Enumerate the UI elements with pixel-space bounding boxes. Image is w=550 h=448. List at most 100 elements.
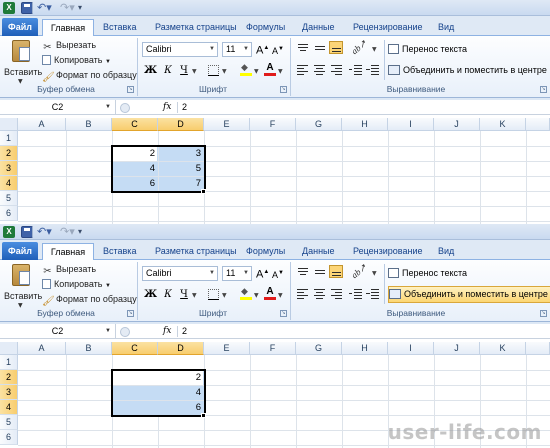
column-header-j[interactable]: J	[434, 342, 480, 355]
column-header-i[interactable]: I	[388, 118, 434, 131]
row-header-5[interactable]: 5	[0, 415, 18, 430]
row-header-1[interactable]: 1	[0, 355, 18, 370]
chevron-down-icon[interactable]: ▼	[372, 270, 377, 277]
tab-review[interactable]: Рецензирование	[353, 19, 423, 36]
wrap-text-button[interactable]: Перенос текста	[388, 266, 467, 281]
tab-insert[interactable]: Вставка	[103, 243, 136, 260]
tab-page-layout[interactable]: Разметка страницы	[155, 243, 237, 260]
column-header-a[interactable]: A	[18, 342, 66, 355]
paste-button[interactable]: Вставить ▼	[4, 263, 42, 309]
insert-function-icon[interactable]: fx	[163, 100, 171, 115]
italic-button[interactable]: К	[162, 287, 174, 302]
fill-color-icon[interactable]: ◆	[240, 64, 252, 76]
tab-file[interactable]: Файл	[2, 18, 38, 36]
font-size-select[interactable]: 11 ▼	[222, 42, 252, 57]
column-header-i[interactable]: I	[388, 342, 434, 355]
qat-customize-icon[interactable]: ▾	[78, 226, 90, 238]
formula-bar-expand-icon[interactable]	[120, 327, 130, 337]
column-header-b[interactable]: B	[66, 118, 112, 131]
tab-review[interactable]: Рецензирование	[353, 243, 423, 260]
decrease-indent-icon[interactable]	[349, 287, 363, 300]
underline-button[interactable]: Ч	[178, 63, 190, 78]
undo-icon[interactable]: ↶▾	[37, 226, 52, 238]
column-header-g[interactable]: G	[296, 118, 342, 131]
grow-font-button[interactable]: A▲	[256, 41, 269, 57]
chevron-down-icon[interactable]: ▼	[278, 68, 283, 75]
italic-button[interactable]: К	[162, 63, 174, 78]
qat-customize-icon[interactable]: ▾	[78, 2, 90, 14]
chevron-down-icon[interactable]: ▼	[372, 46, 377, 53]
chevron-down-icon[interactable]: ▼	[192, 292, 197, 299]
formula-input[interactable]: 2	[182, 324, 187, 339]
cut-button[interactable]: ✂ Вырезать	[42, 262, 96, 277]
font-dialog-launcher-icon[interactable]: ↘	[280, 86, 287, 93]
column-header-d[interactable]: D	[158, 342, 204, 355]
tab-home[interactable]: Главная	[42, 243, 94, 260]
column-header-d[interactable]: D	[158, 118, 204, 131]
tab-file[interactable]: Файл	[2, 242, 38, 260]
column-header-k[interactable]: K	[480, 342, 526, 355]
name-box[interactable]: C2 ▼	[0, 324, 116, 339]
alignment-dialog-launcher-icon[interactable]: ↘	[540, 310, 547, 317]
increase-indent-icon[interactable]	[366, 63, 380, 76]
paste-button[interactable]: Вставить ▼	[4, 39, 42, 85]
undo-icon[interactable]: ↶▾	[37, 2, 52, 14]
alignment-dialog-launcher-icon[interactable]: ↘	[540, 86, 547, 93]
decrease-indent-icon[interactable]	[349, 63, 363, 76]
shrink-font-button[interactable]: A▼	[272, 266, 284, 281]
align-middle-icon[interactable]	[313, 266, 327, 279]
fill-handle[interactable]	[201, 413, 206, 418]
chevron-down-icon[interactable]: ▼	[192, 68, 197, 75]
tab-data[interactable]: Данные	[302, 19, 335, 36]
format-painter-button[interactable]: 🖌Формат по образцу	[42, 292, 137, 307]
bold-button[interactable]: Ж	[144, 63, 157, 78]
cut-button[interactable]: ✂ Вырезать	[42, 38, 96, 53]
tab-page-layout[interactable]: Разметка страницы	[155, 19, 237, 36]
font-color-icon[interactable]: A	[264, 287, 276, 300]
bold-button[interactable]: Ж	[144, 287, 157, 302]
shrink-font-button[interactable]: A▼	[272, 42, 284, 57]
formula-bar-expand-icon[interactable]	[120, 103, 130, 113]
format-painter-button[interactable]: 🖌Формат по образцу	[42, 68, 137, 83]
column-header-c[interactable]: C	[112, 342, 158, 355]
column-header-h[interactable]: H	[342, 342, 388, 355]
tab-home[interactable]: Главная	[42, 19, 94, 36]
underline-button[interactable]: Ч	[178, 287, 190, 302]
row-header-3[interactable]: 3	[0, 385, 18, 400]
row-header-5[interactable]: 5	[0, 191, 18, 206]
tab-insert[interactable]: Вставка	[103, 19, 136, 36]
font-dialog-launcher-icon[interactable]: ↘	[280, 310, 287, 317]
borders-icon[interactable]	[208, 289, 219, 300]
font-size-select[interactable]: 11 ▼	[222, 266, 252, 281]
tab-view[interactable]: Вид	[438, 19, 454, 36]
align-right-icon[interactable]	[330, 63, 344, 76]
tab-data[interactable]: Данные	[302, 243, 335, 260]
wrap-text-button[interactable]: Перенос текста	[388, 42, 467, 57]
fill-color-icon[interactable]: ◆	[240, 288, 252, 300]
name-box[interactable]: C2 ▼	[0, 100, 116, 115]
column-header-f[interactable]: F	[250, 118, 296, 131]
merge-center-button[interactable]: Объединить и поместить в центре▼	[388, 63, 550, 80]
column-header-a[interactable]: A	[18, 118, 66, 131]
column-header-f[interactable]: F	[250, 342, 296, 355]
column-header-partial[interactable]	[526, 342, 550, 355]
column-header-j[interactable]: J	[434, 118, 480, 131]
column-header-partial[interactable]	[526, 118, 550, 131]
column-header-b[interactable]: B	[66, 342, 112, 355]
row-header-4[interactable]: 4	[0, 176, 18, 191]
align-right-icon[interactable]	[330, 287, 344, 300]
redo-icon[interactable]: ↷▾	[60, 2, 75, 14]
font-color-icon[interactable]: A	[264, 63, 276, 76]
excel-app-icon[interactable]: X	[3, 226, 15, 238]
redo-icon[interactable]: ↷▾	[60, 226, 75, 238]
row-header-3[interactable]: 3	[0, 161, 18, 176]
chevron-down-icon[interactable]: ▼	[254, 68, 259, 75]
align-middle-icon[interactable]	[313, 42, 327, 55]
merge-center-button[interactable]: Объединить и поместить в центре▼	[388, 286, 550, 303]
orientation-icon[interactable]: ab↗	[349, 38, 369, 57]
column-header-e[interactable]: E	[204, 118, 250, 131]
tab-formulas[interactable]: Формулы	[246, 243, 285, 260]
row-header-6[interactable]: 6	[0, 206, 18, 221]
select-all-corner[interactable]	[0, 118, 18, 131]
formula-input[interactable]: 2	[182, 100, 187, 115]
